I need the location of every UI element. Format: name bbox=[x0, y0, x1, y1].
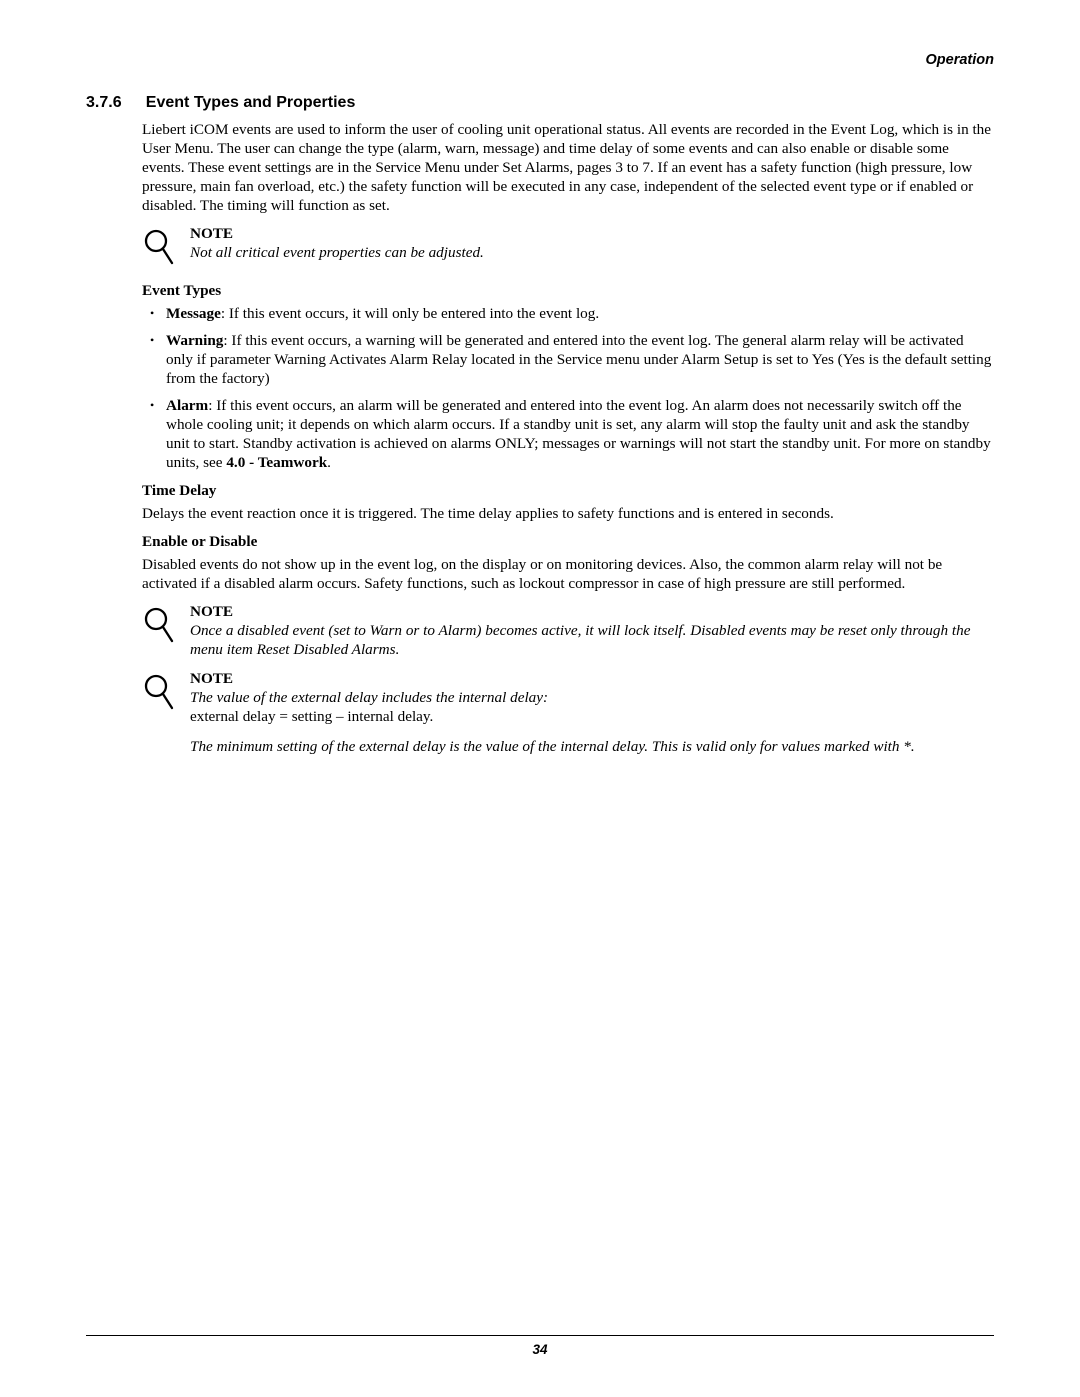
note-text: Once a disabled event (set to Warn or to… bbox=[190, 621, 994, 660]
list-item: Warning: If this event occurs, a warning… bbox=[166, 331, 994, 388]
note-label: NOTE bbox=[190, 670, 994, 688]
note-label: NOTE bbox=[190, 603, 994, 621]
magnifier-icon bbox=[142, 670, 190, 717]
event-type-text-tail: . bbox=[327, 454, 331, 471]
note-text: The minimum setting of the external dela… bbox=[190, 737, 994, 756]
note-block: NOTE The value of the external delay inc… bbox=[142, 670, 994, 756]
event-type-text: : If this event occurs, a warning will b… bbox=[166, 332, 991, 387]
note-content: NOTE Once a disabled event (set to Warn … bbox=[190, 603, 994, 660]
event-types-heading: Event Types bbox=[142, 282, 994, 300]
note-content: NOTE Not all critical event properties c… bbox=[190, 225, 994, 262]
enable-disable-heading: Enable or Disable bbox=[142, 533, 994, 551]
magnifier-icon bbox=[142, 603, 190, 650]
event-types-list: Message: If this event occurs, it will o… bbox=[142, 304, 994, 472]
event-type-text: : If this event occurs, it will only be … bbox=[221, 305, 599, 322]
event-type-name: Message bbox=[166, 305, 221, 322]
list-item: Message: If this event occurs, it will o… bbox=[166, 304, 994, 323]
note-text-plain: external delay = setting – internal dela… bbox=[190, 707, 994, 726]
running-header: Operation bbox=[86, 52, 994, 68]
note-content: NOTE The value of the external delay inc… bbox=[190, 670, 994, 756]
note-label: NOTE bbox=[190, 225, 994, 243]
list-item: Alarm: If this event occurs, an alarm wi… bbox=[166, 396, 994, 472]
note-block: NOTE Once a disabled event (set to Warn … bbox=[142, 603, 994, 660]
cross-reference: 4.0 - Teamwork bbox=[226, 454, 327, 471]
section-body: Liebert iCOM events are used to inform t… bbox=[142, 120, 994, 756]
enable-disable-text: Disabled events do not show up in the ev… bbox=[142, 555, 994, 593]
time-delay-heading: Time Delay bbox=[142, 482, 994, 500]
event-type-name: Alarm bbox=[166, 397, 208, 414]
intro-paragraph: Liebert iCOM events are used to inform t… bbox=[142, 120, 994, 215]
note-text: Not all critical event properties can be… bbox=[190, 243, 994, 262]
event-type-name: Warning bbox=[166, 332, 223, 349]
note-text: The value of the external delay includes… bbox=[190, 688, 994, 707]
page-footer: 34 bbox=[86, 1335, 994, 1357]
document-page: Operation 3.7.6 Event Types and Properti… bbox=[0, 0, 1080, 1397]
time-delay-text: Delays the event reaction once it is tri… bbox=[142, 504, 994, 523]
section-title: Event Types and Properties bbox=[146, 94, 356, 111]
page-number: 34 bbox=[532, 1342, 547, 1357]
section-number: 3.7.6 bbox=[86, 94, 142, 112]
section-heading: 3.7.6 Event Types and Properties bbox=[86, 94, 994, 112]
note-block: NOTE Not all critical event properties c… bbox=[142, 225, 994, 272]
magnifier-icon bbox=[142, 225, 190, 272]
